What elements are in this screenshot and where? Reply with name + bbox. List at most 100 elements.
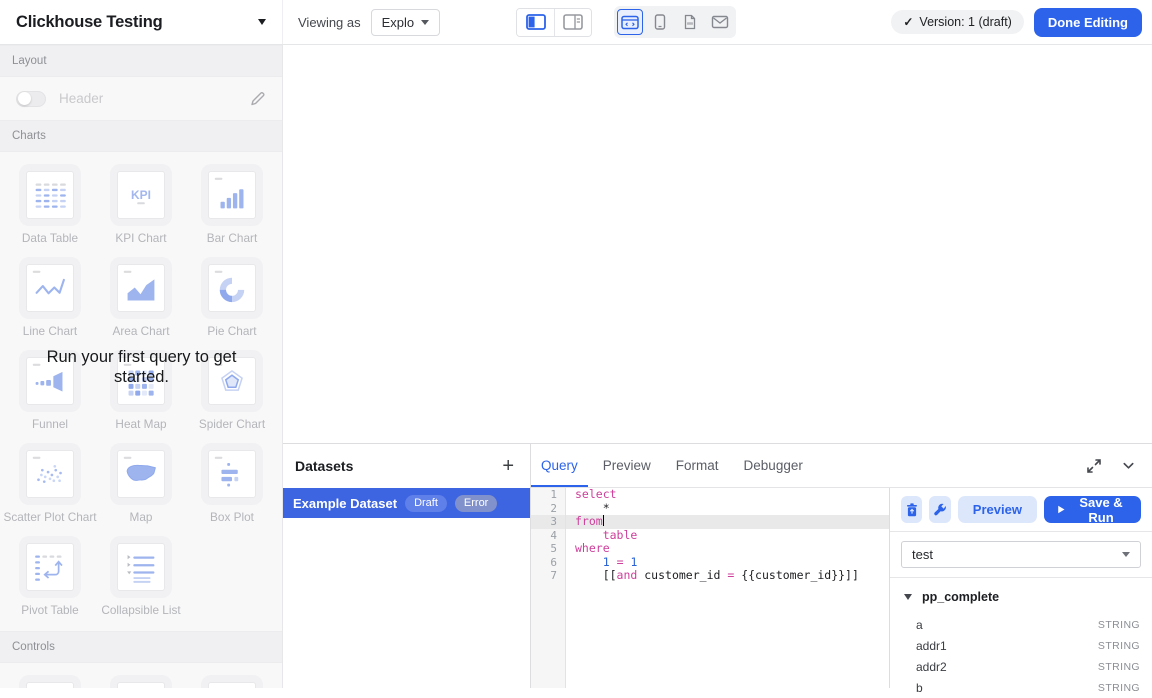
code-line: 6 1 = 1: [531, 556, 889, 570]
save-and-run-label: Save & Run: [1073, 495, 1129, 525]
tab-debugger[interactable]: Debugger: [734, 444, 813, 487]
right-panel-toggle[interactable]: [554, 9, 591, 36]
chart-label: KPI Chart: [115, 231, 166, 245]
schema-browser: pp_complete a STRING addr1STRING addr2 STRIN…: [890, 578, 1152, 698]
field-type: STRING: [1098, 619, 1140, 631]
chevron-down-icon: [258, 19, 266, 25]
svg-text:KPI: KPI: [131, 188, 151, 202]
map-icon: [110, 443, 172, 505]
desktop-preview-button[interactable]: [617, 9, 643, 35]
section-header-charts: Charts: [0, 120, 282, 152]
control-item[interactable]: [187, 675, 278, 688]
play-icon: [1056, 503, 1066, 516]
chart-item-kpi-chart[interactable]: KPI KPI Chart: [96, 164, 187, 245]
chart-label: Line Chart: [23, 324, 77, 338]
dashboard-title-dropdown[interactable]: Clickhouse Testing: [0, 0, 283, 44]
pencil-icon: [249, 90, 266, 107]
version-badge[interactable]: ✓ Version: 1 (draft): [891, 10, 1023, 34]
chart-item-data-table[interactable]: Data Table: [5, 164, 96, 245]
chart-item-area-chart[interactable]: Area Chart: [96, 257, 187, 338]
sql-code: 1select2 *3from4 table5where6 1 = 17 [[a…: [531, 488, 889, 688]
chart-item-line-chart[interactable]: Line Chart: [5, 257, 96, 338]
table-select-value: test: [912, 547, 933, 562]
code-line: 7 [[and customer_id = {{customer_id}}]]: [531, 569, 889, 583]
chart-label: Area Chart: [112, 324, 169, 338]
chart-item-scatter-plot-chart[interactable]: Scatter Plot Chart: [5, 443, 96, 524]
version-label: Version: 1 (draft): [919, 15, 1011, 29]
schema-field-addr2[interactable]: addr2 STRING: [904, 656, 1140, 677]
table-select-row: test: [890, 532, 1152, 578]
field-name: a: [916, 618, 923, 632]
viewing-as-select[interactable]: Explo: [371, 9, 441, 36]
expand-panel-button[interactable]: [1086, 458, 1102, 474]
control-item[interactable]: [96, 675, 187, 688]
empty-state-message: Run your first query to get started.: [0, 347, 283, 387]
done-editing-button[interactable]: Done Editing: [1034, 8, 1142, 37]
chevron-down-icon: [1121, 458, 1136, 473]
header-toggle[interactable]: [16, 91, 46, 107]
chart-item-collapsible-list[interactable]: Collapsible List: [96, 536, 187, 617]
panel-toggle-group: [516, 8, 592, 37]
tab-preview[interactable]: Preview: [593, 444, 661, 487]
schema-field-addr1[interactable]: addr1STRING: [904, 635, 1140, 656]
chart-item-map[interactable]: Map: [96, 443, 187, 524]
phone-icon: [651, 14, 669, 30]
chart-item-pivot-table[interactable]: Pivot Table: [5, 536, 96, 617]
chart-item-pie-chart[interactable]: Pie Chart: [187, 257, 278, 338]
scatter-plot-chart-icon: [19, 443, 81, 505]
control-icon: [201, 675, 263, 688]
chart-label: Heat Map: [115, 417, 166, 431]
edit-header-button[interactable]: [249, 90, 266, 107]
left-panel-toggle[interactable]: [517, 9, 554, 36]
left-panel-icon: [526, 14, 546, 30]
tab-format[interactable]: Format: [666, 444, 729, 487]
preview-query-button[interactable]: Preview: [958, 496, 1037, 523]
kpi-chart-icon: KPI: [110, 164, 172, 226]
chart-label: Collapsible List: [101, 603, 180, 617]
delete-query-button[interactable]: [901, 496, 922, 523]
tab-query[interactable]: Query: [531, 444, 588, 487]
schema-field-a[interactable]: a STRING: [904, 614, 1140, 635]
line-chart-icon: [19, 257, 81, 319]
data-table-icon: [19, 164, 81, 226]
topbar-right: ✓ Version: 1 (draft) Done Editing: [891, 8, 1152, 37]
table-select[interactable]: test: [901, 541, 1141, 568]
section-header-layout: Layout: [0, 45, 282, 77]
pdf-preview-button[interactable]: [677, 9, 703, 35]
chart-label: Spider Chart: [199, 417, 265, 431]
sql-editor[interactable]: 1select2 *3from4 table5where6 1 = 17 [[a…: [531, 488, 889, 688]
field-type: STRING: [1098, 661, 1140, 673]
add-dataset-button[interactable]: +: [498, 458, 518, 474]
viewing-as-value: Explo: [382, 15, 415, 30]
code-line: 5where: [531, 542, 889, 556]
chart-item-box-plot[interactable]: Box Plot: [187, 443, 278, 524]
editor-tabs: QueryPreviewFormatDebugger: [531, 444, 818, 487]
right-panel-icon: [563, 14, 583, 30]
schema-table-row[interactable]: pp_complete: [904, 590, 1140, 604]
collapsible-list-icon: [110, 536, 172, 598]
field-name: addr2: [916, 660, 947, 674]
expand-diagonal-icon: [1086, 458, 1102, 474]
code-line: 3from: [531, 515, 889, 529]
datasets-panel: Datasets + Example DatasetDraftError: [283, 444, 531, 688]
editor-body: 1select2 *3from4 table5where6 1 = 17 [[a…: [531, 488, 1152, 688]
save-and-run-button[interactable]: Save & Run: [1044, 496, 1141, 523]
area-chart-icon: [110, 257, 172, 319]
viewing-as-label: Viewing as: [298, 15, 361, 30]
chart-label: Box Plot: [210, 510, 254, 524]
editor-tabs-row: QueryPreviewFormatDebugger: [531, 444, 1152, 488]
mobile-preview-button[interactable]: [647, 9, 673, 35]
chart-item-bar-chart[interactable]: Bar Chart: [187, 164, 278, 245]
schema-table-name: pp_complete: [922, 590, 999, 604]
format-query-button[interactable]: [929, 496, 950, 523]
bottom-panel: Datasets + Example DatasetDraftError Que…: [283, 443, 1152, 688]
control-item[interactable]: [5, 675, 96, 688]
chart-label: Pivot Table: [21, 603, 79, 617]
browser-embed-icon: [621, 15, 639, 30]
dataset-item-example-dataset[interactable]: Example DatasetDraftError: [283, 488, 530, 518]
page-title: Clickhouse Testing: [16, 13, 162, 32]
email-preview-button[interactable]: [707, 9, 733, 35]
collapse-panel-button[interactable]: [1121, 458, 1136, 473]
query-actions-row: Preview Save & Run: [890, 488, 1152, 532]
code-line: 1select: [531, 488, 889, 502]
